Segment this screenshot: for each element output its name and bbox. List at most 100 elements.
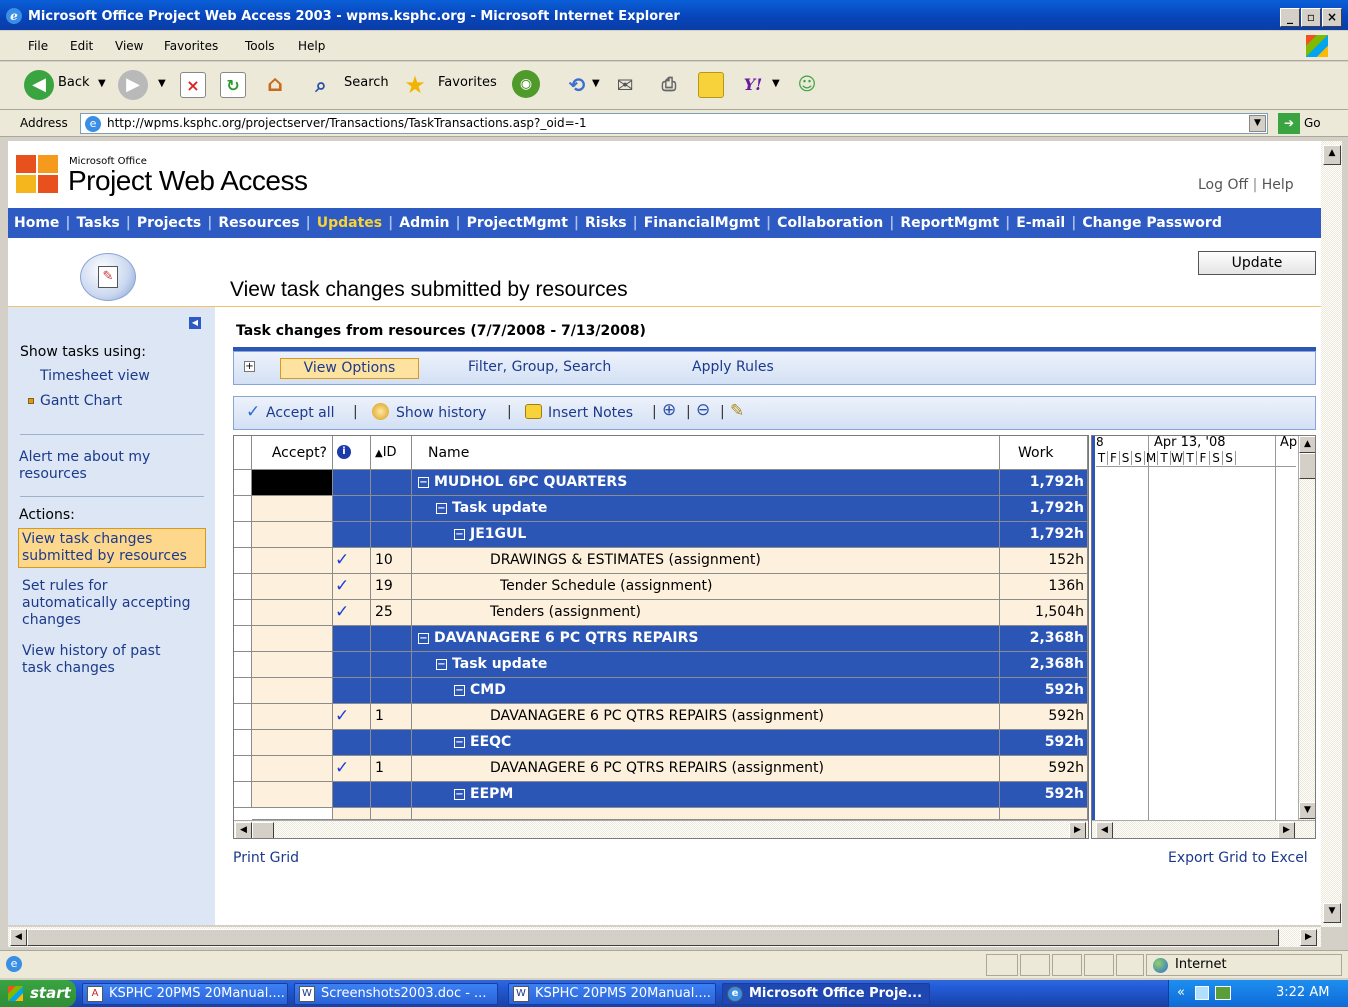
export-excel-link[interactable]: Export Grid to Excel bbox=[1168, 850, 1308, 866]
accept-column-header[interactable]: Accept? bbox=[252, 436, 333, 470]
page-vertical-scrollbar[interactable]: ▲ ▼ bbox=[1321, 141, 1342, 927]
back-arrow-icon[interactable]: ◀ bbox=[24, 70, 54, 100]
summary-row[interactable]: − Task update 1,792h bbox=[234, 496, 1088, 522]
logoff-link[interactable]: Log Off bbox=[1198, 177, 1248, 193]
scroll-right-icon[interactable]: ▶ bbox=[1278, 822, 1295, 838]
scroll-down-icon[interactable]: ▼ bbox=[1323, 903, 1341, 923]
accept-cell[interactable] bbox=[252, 548, 333, 574]
assignment-row[interactable]: ✓ 19 Tender Schedule (assignment) 136h bbox=[234, 574, 1088, 600]
accept-check-cell[interactable]: ✓ bbox=[333, 704, 371, 730]
timesheet-view-link[interactable]: Timesheet view bbox=[40, 368, 150, 385]
nav-home[interactable]: Home bbox=[8, 208, 59, 238]
accept-cell[interactable] bbox=[252, 470, 333, 496]
assignment-row[interactable]: ✓ 25 Tenders (assignment) 1,504h bbox=[234, 600, 1088, 626]
filter-group-search-tab[interactable]: Filter, Group, Search bbox=[468, 359, 611, 375]
page-horizontal-scrollbar[interactable]: ◀ ▶ bbox=[8, 927, 1321, 947]
nav-updates[interactable]: Updates bbox=[317, 208, 382, 238]
accept-checkmark-icon[interactable]: ✓ bbox=[333, 550, 349, 570]
summary-row[interactable]: − Task update 2,368h bbox=[234, 652, 1088, 678]
collapse-icon[interactable]: − bbox=[418, 477, 429, 488]
tray-app-icon[interactable] bbox=[1195, 986, 1209, 1000]
assignment-row[interactable]: ✓ 10 DRAWINGS & ESTIMATES (assignment) 152h bbox=[234, 548, 1088, 574]
yahoo-icon[interactable]: Y! bbox=[740, 72, 766, 98]
grid-horizontal-scrollbar[interactable]: ◀ ▶ bbox=[234, 820, 1088, 838]
accept-cell[interactable] bbox=[252, 730, 333, 756]
id-column-header[interactable]: ▲ID bbox=[371, 436, 412, 470]
accept-checkmark-icon[interactable]: ✓ bbox=[333, 602, 349, 622]
accept-cell[interactable] bbox=[252, 704, 333, 730]
accept-checkmark-icon[interactable]: ✓ bbox=[333, 576, 349, 596]
taskbar-item-pdf[interactable]: A KSPHC 20PMS 20Manual.... bbox=[82, 983, 288, 1005]
collapse-icon[interactable]: − bbox=[436, 659, 447, 670]
info-column-header[interactable]: i bbox=[333, 436, 371, 470]
nav-admin[interactable]: Admin bbox=[399, 208, 449, 238]
assignment-row[interactable]: ✓ 1 DAVANAGERE 6 PC QTRS REPAIRS (assignme… bbox=[234, 756, 1088, 782]
update-button[interactable]: Update bbox=[1198, 251, 1316, 275]
accept-cell[interactable] bbox=[252, 626, 333, 652]
history-dropdown-icon[interactable]: ▼ bbox=[592, 78, 600, 89]
summary-row[interactable]: − JE1GUL 1,792h bbox=[234, 522, 1088, 548]
view-history-link[interactable]: View history of past task changes bbox=[22, 643, 190, 677]
menu-edit[interactable]: Edit bbox=[70, 39, 93, 53]
accept-cell[interactable] bbox=[252, 600, 333, 626]
home-icon[interactable]: ⌂ bbox=[262, 72, 288, 98]
yahoo-dropdown-icon[interactable]: ▼ bbox=[772, 78, 780, 89]
view-options-tab[interactable]: View Options bbox=[280, 358, 419, 379]
go-button[interactable]: Go bbox=[1304, 116, 1321, 130]
scroll-thumb[interactable] bbox=[27, 929, 1279, 946]
maximize-button[interactable]: ▫ bbox=[1301, 8, 1321, 27]
gantt-vertical-scrollbar[interactable]: ▲ ▼ bbox=[1298, 436, 1315, 820]
accept-check-cell[interactable] bbox=[333, 626, 371, 652]
collapse-icon[interactable]: − bbox=[454, 789, 465, 800]
accept-check-cell[interactable]: ✓ bbox=[333, 548, 371, 574]
forward-dropdown-icon[interactable]: ▼ bbox=[158, 78, 166, 89]
alert-me-link[interactable]: Alert me about my resources bbox=[19, 449, 189, 483]
nav-tasks[interactable]: Tasks bbox=[77, 208, 120, 238]
address-dropdown-icon[interactable]: ▼ bbox=[1249, 115, 1266, 132]
scroll-up-icon[interactable]: ▲ bbox=[1323, 145, 1341, 165]
refresh-icon[interactable]: ↻ bbox=[220, 72, 246, 98]
taskbar-item-word-2[interactable]: W KSPHC 20PMS 20Manual.... bbox=[508, 983, 716, 1005]
summary-row[interactable]: − MUDHOL 6PC QUARTERS 1,792h bbox=[234, 470, 1088, 496]
help-link[interactable]: Help bbox=[1262, 177, 1294, 193]
search-button[interactable]: Search bbox=[344, 75, 389, 90]
set-rules-link[interactable]: Set rules for automatically accepting ch… bbox=[22, 578, 206, 629]
collapse-icon[interactable]: − bbox=[454, 737, 465, 748]
back-dropdown-icon[interactable]: ▼ bbox=[98, 78, 106, 89]
scroll-left-icon[interactable]: ◀ bbox=[235, 822, 252, 838]
nav-projectmgmt[interactable]: ProjectMgmt bbox=[467, 208, 568, 238]
accept-check-cell[interactable] bbox=[333, 470, 371, 496]
scroll-left-icon[interactable]: ◀ bbox=[1096, 822, 1113, 838]
mail-icon[interactable]: ✉ bbox=[612, 72, 638, 98]
insert-notes-button[interactable]: Insert Notes bbox=[548, 405, 633, 421]
accept-cell[interactable] bbox=[252, 522, 333, 548]
gantt-chart-link[interactable]: Gantt Chart bbox=[40, 393, 122, 410]
collapse-sidebar-icon[interactable]: ◀ bbox=[189, 317, 201, 329]
summary-row[interactable]: − EEPM 592h bbox=[234, 782, 1088, 808]
favorites-star-icon[interactable]: ★ bbox=[402, 72, 428, 98]
nav-financialmgmt[interactable]: FinancialMgmt bbox=[644, 208, 760, 238]
scroll-thumb[interactable] bbox=[252, 822, 274, 838]
zoom-out-icon[interactable]: ⊖ bbox=[696, 400, 710, 420]
nav-change-password[interactable]: Change Password bbox=[1082, 208, 1222, 238]
assignment-row[interactable]: ✓ 1 DAVANAGERE 6 PC QTRS REPAIRS (assignme… bbox=[234, 704, 1088, 730]
messenger-icon[interactable]: ☺ bbox=[794, 72, 820, 98]
goto-task-icon[interactable]: ✎ bbox=[730, 401, 744, 421]
back-button[interactable]: Back bbox=[58, 75, 90, 90]
nav-email[interactable]: E-mail bbox=[1016, 208, 1065, 238]
accept-check-cell[interactable] bbox=[333, 522, 371, 548]
accept-cell[interactable] bbox=[252, 574, 333, 600]
accept-check-cell[interactable] bbox=[333, 678, 371, 704]
menu-favorites[interactable]: Favorites bbox=[164, 39, 218, 53]
scroll-right-icon[interactable]: ▶ bbox=[1300, 929, 1317, 946]
accept-cell[interactable] bbox=[252, 652, 333, 678]
taskbar-item-word-1[interactable]: W Screenshots2003.doc - ... bbox=[294, 983, 498, 1005]
accept-checkmark-icon[interactable]: ✓ bbox=[333, 706, 349, 726]
zoom-in-icon[interactable]: ⊕ bbox=[662, 400, 676, 420]
accept-check-cell[interactable] bbox=[333, 782, 371, 808]
search-icon[interactable]: ⌕ bbox=[308, 72, 334, 98]
nav-collaboration[interactable]: Collaboration bbox=[777, 208, 883, 238]
table-row[interactable] bbox=[234, 808, 1088, 820]
history-icon[interactable]: ⟲ bbox=[564, 72, 590, 98]
tray-expand-icon[interactable]: « bbox=[1177, 985, 1185, 1000]
